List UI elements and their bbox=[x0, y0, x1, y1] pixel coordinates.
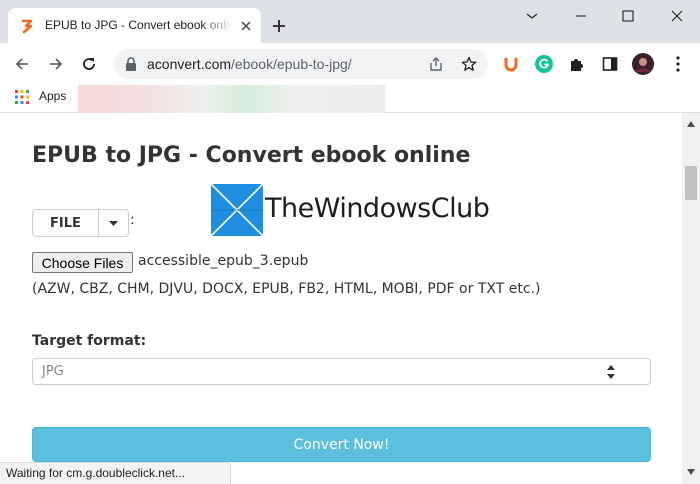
scroll-up-icon[interactable] bbox=[687, 121, 695, 127]
ublock-icon[interactable] bbox=[499, 52, 523, 76]
file-button[interactable]: FILE bbox=[32, 209, 99, 237]
scroll-thumb[interactable] bbox=[685, 166, 697, 200]
browser-toolbar: aconvert.com/ebook/epub-to-jpg/ bbox=[0, 43, 700, 85]
forward-icon[interactable] bbox=[43, 51, 69, 77]
star-icon[interactable] bbox=[460, 55, 478, 73]
windows-logo-icon bbox=[211, 184, 263, 236]
page-content: EPUB to JPG - Convert ebook online FILE … bbox=[0, 113, 682, 484]
tab-strip: EPUB to JPG - Convert ebook online bbox=[0, 0, 700, 43]
status-bubble: Waiting for cm.g.doubleclick.net... bbox=[0, 462, 231, 484]
supported-formats-text: (AZW, CBZ, CHM, DJVU, DOCX, EPUB, FB2, H… bbox=[32, 281, 541, 297]
minimize-icon[interactable] bbox=[509, 0, 555, 32]
choose-files-button[interactable]: Choose Files bbox=[32, 252, 133, 273]
back-icon[interactable] bbox=[9, 51, 35, 77]
favicon-icon bbox=[21, 19, 33, 34]
page-scrollbar[interactable] bbox=[682, 113, 700, 484]
browser-tab[interactable]: EPUB to JPG - Convert ebook online bbox=[8, 8, 261, 43]
share-icon[interactable] bbox=[427, 55, 445, 73]
url-path: /ebook/epub-to-jpg/ bbox=[231, 56, 352, 72]
tab-title: EPUB to JPG - Convert ebook online bbox=[45, 18, 233, 32]
bookmarks-bar: Apps bbox=[0, 85, 700, 113]
url-host: aconvert.com bbox=[147, 56, 232, 72]
kebab-menu-icon[interactable] bbox=[666, 52, 690, 76]
blurred-bookmarks bbox=[78, 85, 385, 113]
url-text[interactable]: aconvert.com/ebook/epub-to-jpg/ bbox=[147, 56, 352, 72]
maximize-icon[interactable] bbox=[605, 0, 651, 32]
minimize-window-icon[interactable] bbox=[558, 0, 604, 32]
watermark-text: TheWindowsClub bbox=[265, 193, 490, 224]
lock-icon[interactable] bbox=[124, 56, 138, 72]
plus-icon[interactable] bbox=[268, 15, 290, 37]
select-arrows-icon bbox=[607, 365, 615, 379]
profile-avatar[interactable] bbox=[631, 52, 655, 76]
target-format-value: JPG bbox=[42, 364, 64, 379]
convert-now-button[interactable]: Convert Now! bbox=[32, 427, 651, 462]
caret-down-icon[interactable] bbox=[99, 209, 129, 237]
reload-icon[interactable] bbox=[76, 51, 102, 77]
file-colon: : bbox=[130, 212, 135, 228]
target-format-select[interactable]: JPG bbox=[32, 358, 651, 385]
file-source-dropdown: FILE bbox=[32, 209, 129, 237]
apps-bookmark[interactable]: Apps bbox=[39, 89, 66, 103]
sidepanel-icon[interactable] bbox=[598, 52, 622, 76]
close-icon[interactable] bbox=[237, 17, 255, 35]
scroll-down-icon[interactable] bbox=[687, 469, 695, 475]
grammarly-icon[interactable] bbox=[532, 52, 556, 76]
selected-file-name: accessible_epub_3.epub bbox=[138, 253, 309, 269]
window-close-icon[interactable] bbox=[654, 0, 700, 32]
page-title: EPUB to JPG - Convert ebook online bbox=[32, 143, 471, 168]
puzzle-icon[interactable] bbox=[565, 52, 589, 76]
address-bar[interactable]: aconvert.com/ebook/epub-to-jpg/ bbox=[114, 49, 488, 79]
apps-grid-icon[interactable] bbox=[15, 90, 29, 104]
target-format-label: Target format: bbox=[32, 333, 147, 349]
